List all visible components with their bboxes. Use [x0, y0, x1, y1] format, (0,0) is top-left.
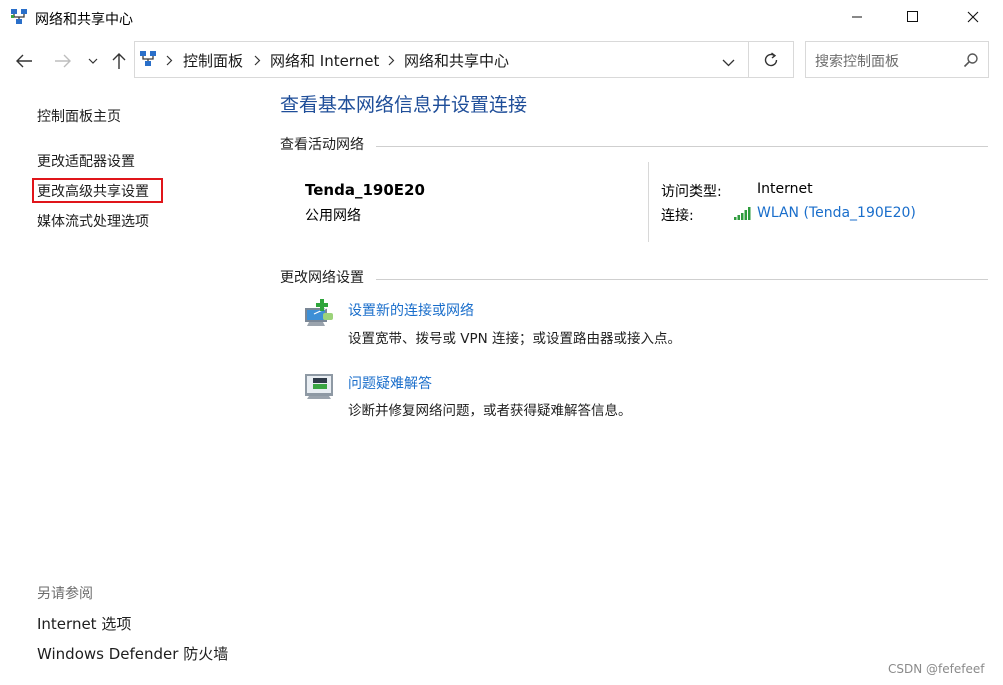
window-title: 网络和共享中心	[35, 12, 133, 28]
active-networks-heading: 查看活动网络	[280, 137, 364, 153]
chevron-right-icon	[166, 54, 173, 70]
address-dropdown-button[interactable]	[722, 55, 735, 71]
up-button[interactable]	[108, 50, 130, 72]
forward-button[interactable]	[52, 50, 74, 72]
chevron-down-icon	[722, 59, 735, 67]
maximize-button[interactable]	[890, 0, 936, 34]
chevron-right-icon[interactable]	[388, 54, 395, 70]
access-type-label: 访问类型:	[661, 184, 722, 200]
arrow-up-icon	[112, 53, 126, 69]
sidebar-item-media-streaming[interactable]: 媒体流式处理选项	[37, 211, 149, 231]
search-input[interactable]: 搜索控制面板	[815, 51, 899, 71]
see-also-windows-defender-firewall[interactable]: Windows Defender 防火墙	[37, 643, 228, 664]
troubleshoot-desc: 诊断并修复网络问题，或者获得疑难解答信息。	[348, 403, 632, 419]
watermark: CSDN @fefefeef	[888, 662, 985, 676]
chevron-down-icon	[88, 58, 98, 64]
connection-label: 连接:	[661, 208, 694, 224]
see-also-heading: 另请参阅	[37, 586, 93, 602]
troubleshoot-link[interactable]: 问题疑难解答	[348, 373, 432, 393]
address-divider	[748, 41, 749, 78]
setup-new-connection-link[interactable]: 设置新的连接或网络	[348, 300, 474, 320]
network-category[interactable]: 公用网络	[305, 205, 361, 225]
vertical-divider	[648, 162, 649, 242]
see-also-internet-options[interactable]: Internet 选项	[37, 613, 131, 634]
breadcrumb-network-sharing-center[interactable]: 网络和共享中心	[404, 50, 509, 71]
network-center-icon	[10, 8, 28, 26]
refresh-icon	[764, 52, 778, 67]
chevron-right-icon[interactable]	[254, 54, 261, 70]
close-button[interactable]	[950, 0, 996, 34]
back-button[interactable]	[13, 50, 35, 72]
change-settings-heading: 更改网络设置	[280, 270, 364, 286]
breadcrumb-control-panel[interactable]: 控制面板	[183, 50, 243, 71]
minimize-icon	[852, 16, 862, 18]
arrow-right-icon	[55, 54, 71, 68]
highlight-box	[32, 178, 163, 203]
network-name: Tenda_190E20	[305, 181, 425, 199]
new-connection-icon[interactable]	[303, 298, 335, 326]
maximize-icon	[907, 11, 918, 22]
arrow-left-icon	[16, 54, 32, 68]
sidebar-item-change-adapter-settings[interactable]: 更改适配器设置	[37, 151, 135, 171]
section-divider	[376, 146, 988, 147]
recent-locations-button[interactable]	[83, 50, 103, 72]
search-icon[interactable]	[963, 52, 979, 72]
setup-new-connection-desc: 设置宽带、拨号或 VPN 连接；或设置路由器或接入点。	[348, 331, 682, 347]
breadcrumb-network-internet[interactable]: 网络和 Internet	[270, 50, 379, 71]
section-divider	[376, 279, 988, 280]
close-icon	[967, 11, 979, 23]
connection-link[interactable]: WLAN (Tenda_190E20)	[757, 205, 916, 221]
troubleshoot-icon[interactable]	[303, 372, 335, 400]
wifi-signal-icon	[734, 207, 752, 224]
sidebar-item-control-panel-home[interactable]: 控制面板主页	[37, 106, 121, 126]
minimize-button[interactable]	[834, 0, 880, 34]
control-panel-icon	[139, 50, 157, 68]
page-title: 查看基本网络信息并设置连接	[280, 94, 528, 116]
refresh-button[interactable]	[762, 51, 780, 73]
access-type-value: Internet	[757, 181, 813, 197]
